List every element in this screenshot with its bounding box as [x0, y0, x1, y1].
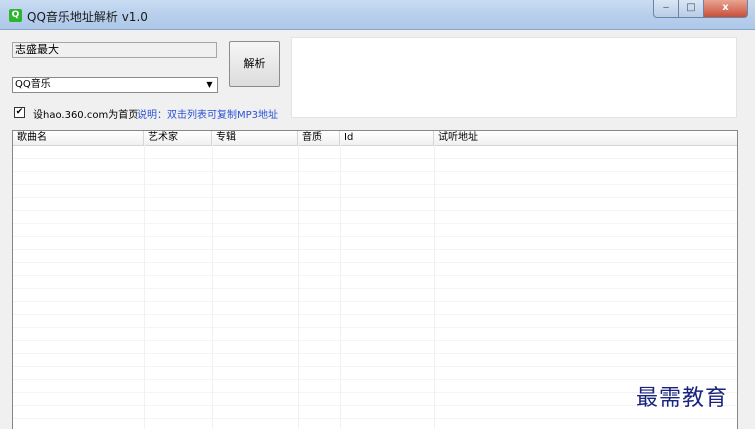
minimize-button[interactable]: ‒	[653, 0, 679, 18]
window-controls: ‒ □ x	[653, 0, 748, 18]
maximize-button[interactable]: □	[679, 0, 704, 18]
window-title: QQ音乐地址解析 v1.0	[27, 10, 148, 24]
column-header-quality[interactable]: 音质	[298, 131, 340, 145]
column-header-id[interactable]: Id	[340, 131, 434, 145]
column-divider	[340, 145, 341, 429]
homepage-checkbox-label[interactable]: 设hao.360.com为首页	[33, 106, 138, 121]
column-divider	[212, 145, 213, 429]
search-input[interactable]: 志盛最大	[12, 42, 217, 58]
title-bar: Q QQ音乐地址解析 v1.0 ‒ □ x	[0, 0, 755, 30]
list-rows	[13, 146, 737, 429]
homepage-checkbox[interactable]: ✔	[14, 107, 25, 118]
chevron-down-icon[interactable]: ▼	[203, 79, 216, 91]
song-list[interactable]: 歌曲名 艺术家 专辑 音质 Id 试听地址	[12, 130, 738, 429]
source-select-value: QQ音乐	[15, 79, 51, 90]
column-header-artist[interactable]: 艺术家	[144, 131, 212, 145]
close-button[interactable]: x	[704, 0, 748, 18]
column-header-song[interactable]: 歌曲名	[13, 131, 144, 145]
watermark-text: 最需教育	[636, 386, 729, 411]
column-header-album[interactable]: 专辑	[212, 131, 298, 145]
column-divider	[434, 145, 435, 429]
column-divider	[144, 145, 145, 429]
result-textbox[interactable]	[291, 37, 737, 118]
instruction-note: 说明：双击列表可复制MP3地址	[137, 110, 279, 121]
app-icon: Q	[9, 9, 22, 22]
source-select[interactable]: QQ音乐 ▼	[12, 77, 218, 93]
list-header: 歌曲名 艺术家 专辑 音质 Id 试听地址	[13, 131, 737, 146]
parse-button[interactable]: 解析	[229, 41, 280, 87]
column-divider	[298, 145, 299, 429]
column-header-url[interactable]: 试听地址	[434, 131, 737, 145]
